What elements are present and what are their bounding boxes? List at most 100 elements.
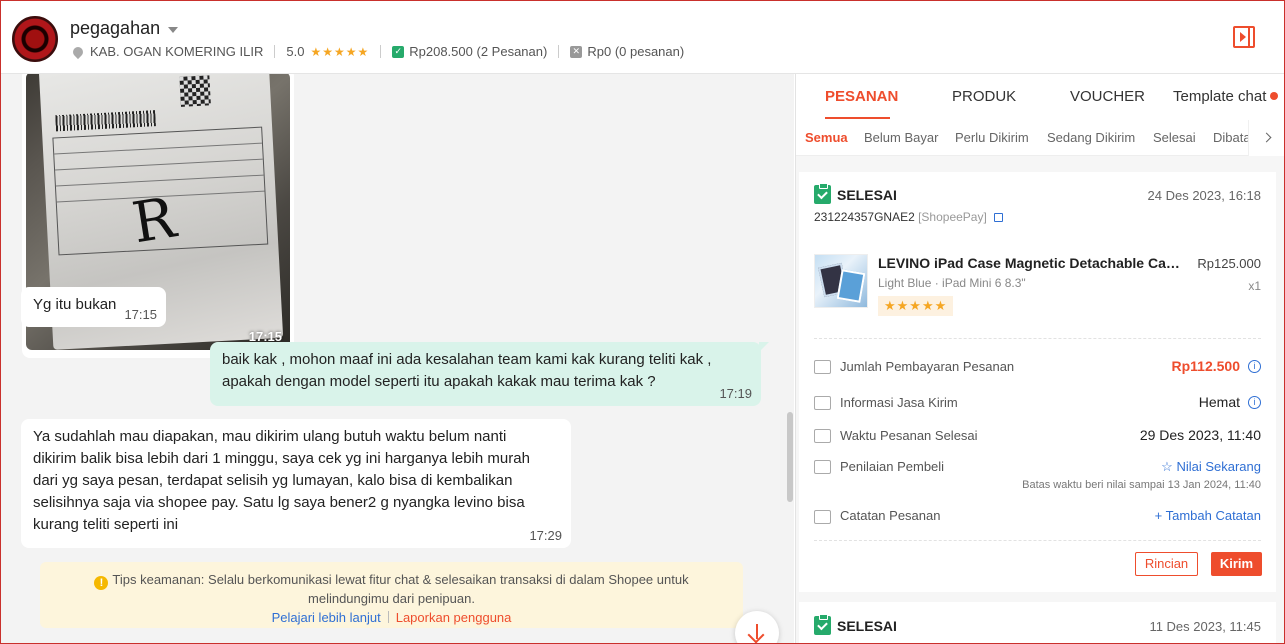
incoming-message[interactable]: Ya sudahlah mau diapakan, mau dikirim ul… (21, 419, 571, 548)
paid-total: Rp208.500 (409, 44, 473, 59)
review-deadline: Batas waktu beri nilai sampai 13 Jan 202… (1022, 479, 1261, 491)
paid-orders-icon: ✓ (392, 45, 405, 58)
order-date: 11 Des 2023, 11:45 (1149, 619, 1261, 634)
shipping-value: Hemat i (1199, 394, 1261, 410)
security-tips-banner: ! Tips keamanan: Selalu berkomunikasi lew… (40, 562, 743, 628)
barcode-icon (55, 110, 156, 132)
order-complete-icon (814, 614, 831, 635)
message-time: 17:19 (719, 386, 752, 401)
review-label: Penilaian Pembeli (840, 459, 945, 474)
product-thumbnail[interactable] (814, 254, 868, 308)
info-icon[interactable]: i (1248, 359, 1261, 373)
order-panel: PESANAN PRODUK VOUCHER Template chat Sem… (795, 74, 1285, 644)
tab-label: Template chat (1173, 88, 1267, 105)
avatar[interactable] (12, 16, 58, 62)
payment-icon (814, 360, 831, 374)
scroll-down-button[interactable] (735, 611, 779, 644)
subtab-semua[interactable]: Semua (805, 130, 848, 145)
status-label: SELESAI (837, 186, 897, 203)
payment-value: Rp112.500 i (1171, 358, 1261, 374)
tab-produk[interactable]: PRODUK (952, 88, 1016, 105)
message-text: baik kak , mohon maaf ini ada kesalahan … (222, 351, 712, 390)
product-variant: Light Blue · iPad Mini 6 8.3" (878, 276, 1026, 290)
info-icon[interactable]: i (1248, 395, 1261, 409)
qr-code-icon (179, 75, 211, 107)
chat-scrollbar[interactable] (787, 412, 793, 502)
tab-voucher[interactable]: VOUCHER (1070, 88, 1145, 105)
chevron-right-icon[interactable] (1248, 120, 1285, 156)
payment-amount: Rp112.500 (1171, 358, 1241, 374)
subtab-sedang-dikirim[interactable]: Sedang Dikirim (1047, 130, 1135, 145)
tab-template-chat[interactable]: Template chat (1173, 88, 1279, 105)
product-name[interactable]: LEVINO iPad Case Magnetic Detachable Cas… (878, 255, 1183, 271)
order-status: SELESAI (814, 614, 897, 635)
message-text: Ya sudahlah mau diapakan, mau dikirim ul… (33, 428, 530, 533)
order-id-row: 231224357GNAE2 [ShopeePay] (814, 210, 1004, 224)
order-id: 231224357GNAE2 (814, 210, 915, 224)
tab-pesanan[interactable]: PESANAN (825, 88, 898, 105)
username: pegagahan (70, 18, 161, 38)
buyer-location: KAB. OGAN KOMERING ILIR (90, 44, 264, 59)
order-card: SELESAI 11 Des 2023, 11:45 (799, 602, 1276, 644)
tips-text-2: melindungimu dari penipuan. (308, 591, 475, 606)
order-card: SELESAI 24 Des 2023, 16:18 231224357GNAE… (799, 172, 1276, 592)
rate-now-label: Nilai Sekarang (1176, 459, 1261, 474)
message-text: Yg itu bukan (33, 296, 117, 313)
subtab-dibatalkan[interactable]: Dibatalkan (1213, 130, 1248, 145)
product-price: Rp125.000 (1197, 256, 1261, 271)
chat-header: pegagahan KAB. OGAN KOMERING ILIR 5.0 ★★… (0, 0, 1285, 74)
review-star-icon (814, 460, 831, 474)
cancelled-orders-icon: ✕ (570, 45, 583, 58)
tips-text: Tips keamanan: Selalu berkomunikasi lewa… (112, 572, 689, 587)
paid-orders-count: (2 Pesanan) (476, 44, 548, 59)
plus-icon: + (1154, 508, 1166, 523)
subtab-selesai[interactable]: Selesai (1153, 130, 1196, 145)
username-dropdown[interactable]: pegagahan (70, 18, 179, 39)
cancel-total: Rp0 (587, 44, 612, 59)
payment-method: [ShopeePay] (918, 210, 987, 224)
learn-more-link[interactable]: Pelajari lebih lanjut (272, 610, 381, 625)
product-quantity: x1 (1248, 279, 1261, 293)
shipping-method: Hemat (1198, 394, 1240, 410)
chat-area[interactable]: R 17:15 Yg itu bukan 17:15 baik kak , mo… (0, 74, 794, 644)
note-label: Catatan Pesanan (840, 508, 941, 523)
add-note-link[interactable]: + Tambah Catatan (1155, 508, 1261, 523)
panel-tabs: PESANAN PRODUK VOUCHER Template chat (796, 74, 1285, 120)
add-note-label: Tambah Catatan (1165, 508, 1261, 523)
subtab-belum-bayar[interactable]: Belum Bayar (864, 130, 938, 145)
message-time: 17:29 (529, 528, 562, 543)
send-order-button[interactable]: Kirim (1211, 552, 1262, 576)
order-complete-icon (814, 183, 831, 204)
outgoing-message[interactable]: baik kak , mohon maaf ini ada kesalahan … (210, 342, 769, 406)
rate-now-link[interactable]: ☆ Nilai Sekarang (1161, 459, 1261, 475)
completed-value: 29 Des 2023, 11:40 (1139, 427, 1261, 443)
active-tab-indicator (825, 117, 890, 119)
product-rating-stars-icon: ★★★★★ (878, 296, 954, 316)
truck-icon (814, 396, 831, 410)
buyer-rating: 5.0 (286, 44, 305, 59)
calendar-icon (814, 429, 831, 443)
cancel-orders-count: (0 pesanan) (614, 44, 685, 59)
order-detail-button[interactable]: Rincian (1135, 552, 1198, 576)
location-pin-icon (70, 44, 86, 59)
order-status: SELESAI (814, 183, 897, 204)
subtab-perlu-dikirim[interactable]: Perlu Dikirim (955, 130, 1029, 145)
completed-label: Waktu Pesanan Selesai (840, 428, 978, 443)
buyer-meta: KAB. OGAN KOMERING ILIR 5.0 ★★★★★ ✓ Rp20… (70, 44, 684, 59)
payment-label: Jumlah Pembayaran Pesanan (840, 359, 1015, 374)
order-filter-tabs: Semua Belum Bayar Perlu Dikirim Sedang D… (796, 120, 1285, 156)
report-user-link[interactable]: Laporkan pengguna (396, 610, 512, 625)
warning-icon: ! (94, 576, 109, 590)
note-icon (814, 510, 831, 524)
collapse-panel-icon[interactable] (1233, 26, 1255, 48)
rating-stars-icon: ★★★★★ (310, 44, 370, 59)
incoming-message[interactable]: Yg itu bukan 17:15 (21, 287, 166, 327)
copy-icon[interactable] (994, 213, 1004, 222)
chevron-down-icon (168, 26, 179, 33)
star-outline-icon: ☆ (1161, 459, 1177, 474)
order-date: 24 Des 2023, 16:18 (1147, 188, 1261, 203)
status-label: SELESAI (837, 617, 897, 634)
message-time: 17:15 (124, 307, 157, 322)
notification-dot-icon (1270, 92, 1279, 100)
shipping-label: Informasi Jasa Kirim (840, 395, 958, 410)
